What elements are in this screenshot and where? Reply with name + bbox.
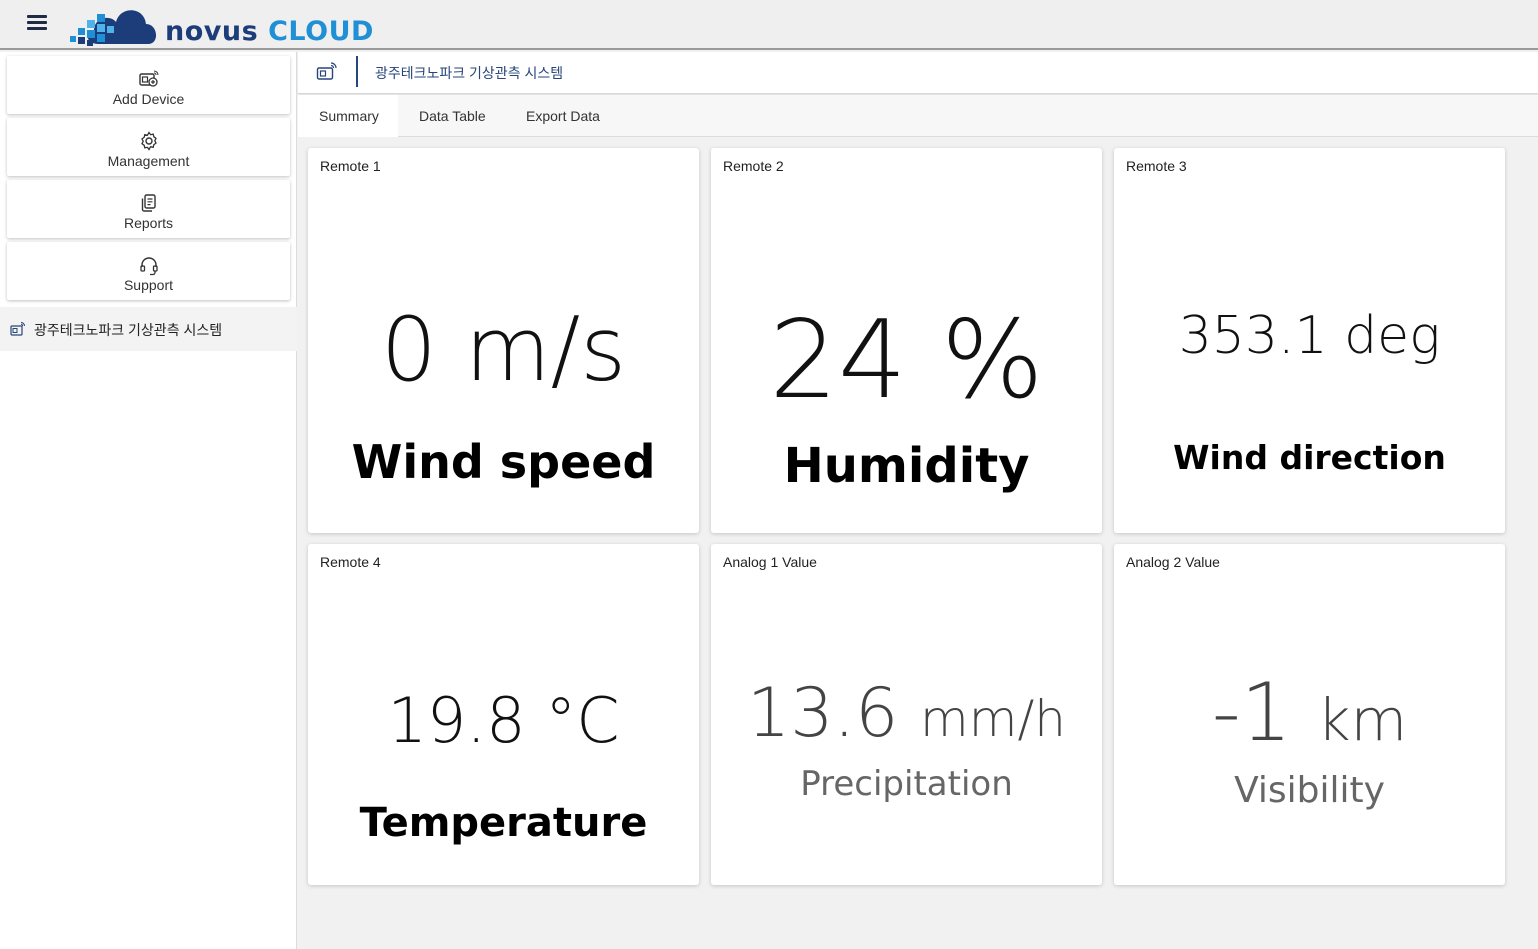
card-title: Remote 1 <box>320 158 381 174</box>
card-value: -1 km <box>1114 666 1505 759</box>
card-value-number: -1 <box>1211 666 1292 759</box>
card-remote-4: Remote 4 19.8 °C Temperature <box>308 544 699 885</box>
sidebar-item-device[interactable]: 광주테크노파크 기상관측 시스템 <box>0 307 297 351</box>
tab-export-data[interactable]: Export Data <box>505 95 621 137</box>
sidebar-item-label: Support <box>123 277 174 293</box>
card-value-number: 13.6 <box>747 674 899 753</box>
card-title: Analog 2 Value <box>1126 554 1220 570</box>
card-name: Wind direction <box>1173 438 1446 477</box>
device-icon <box>10 322 25 336</box>
sidebar-item-label: Add Device <box>112 91 185 107</box>
logo-word-cloud: CLOUD <box>268 16 374 47</box>
sidebar-item-support[interactable]: Support <box>7 242 290 300</box>
card-remote-3: Remote 3 353.1 deg Wind direction <box>1114 148 1505 533</box>
sidebar-item-management[interactable]: Management <box>7 118 290 176</box>
device-header: 광주테크노파크 기상관측 시스템 <box>298 52 1538 94</box>
logo-text: novus CLOUD <box>165 16 374 47</box>
sidebar-item-add-device[interactable]: Add Device <box>7 56 290 114</box>
card-analog-1: Analog 1 Value 13.6 mm/h Precipitation <box>711 544 1102 885</box>
card-value: 19.8 °C <box>387 684 620 757</box>
sidebar-device-label: 광주테크노파크 기상관측 시스템 <box>34 322 223 338</box>
card-remote-2: Remote 2 24 % Humidity <box>711 148 1102 533</box>
tab-summary[interactable]: Summary <box>298 95 398 137</box>
card-remote-1: Remote 1 0 m/s Wind speed <box>308 148 699 533</box>
sidebar-item-label: Management <box>107 153 190 169</box>
device-icon <box>316 62 337 80</box>
sidebar: Add Device Management Reports Support 광주… <box>0 52 297 949</box>
card-value-unit: km <box>1317 686 1408 754</box>
add-device-icon <box>138 70 159 87</box>
hamburger-menu-icon[interactable] <box>27 15 47 31</box>
card-value: 0 m/s <box>380 298 627 401</box>
tab-bar: Summary Data Table Export Data <box>298 95 1538 137</box>
card-title: Remote 3 <box>1126 158 1187 174</box>
logo-word-novus: novus <box>165 16 259 47</box>
card-title: Analog 1 Value <box>723 554 817 570</box>
card-title: Remote 2 <box>723 158 784 174</box>
cloud-logo-icon <box>70 10 157 46</box>
sidebar-item-reports[interactable]: Reports <box>7 180 290 238</box>
page-title: 광주테크노파크 기상관측 시스템 <box>375 65 564 81</box>
card-title: Remote 4 <box>320 554 381 570</box>
sidebar-item-label: Reports <box>123 215 174 231</box>
card-value-unit: mm/h <box>920 690 1066 748</box>
top-bar: novus CLOUD <box>0 0 1538 50</box>
card-name: Wind speed <box>351 435 656 489</box>
card-name: Temperature <box>359 800 648 846</box>
card-value: 13.6 mm/h <box>711 674 1102 753</box>
card-name: Precipitation <box>800 764 1013 804</box>
headset-icon <box>139 257 158 276</box>
card-name: Visibility <box>1234 770 1385 811</box>
card-value: 353.1 deg <box>1178 306 1441 366</box>
tab-data-table[interactable]: Data Table <box>398 95 507 137</box>
reports-icon <box>141 194 156 212</box>
card-analog-2: Analog 2 Value -1 km Visibility <box>1114 544 1505 885</box>
card-name: Humidity <box>783 438 1030 494</box>
header-divider <box>356 56 358 87</box>
card-value: 24 % <box>769 298 1044 423</box>
novus-cloud-logo[interactable]: novus CLOUD <box>68 2 378 48</box>
gear-icon <box>140 131 157 151</box>
